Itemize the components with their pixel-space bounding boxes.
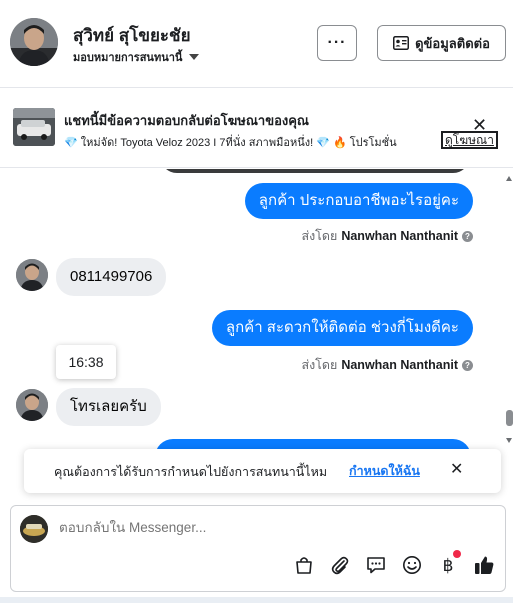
outgoing-message[interactable]: ลูกค้า สะดวกให้ติดต่อ ช่วงกี่โมงดีคะ: [211, 310, 473, 346]
reply-input[interactable]: [59, 520, 459, 535]
svg-text:฿: ฿: [443, 556, 454, 576]
contact-name: สุวิทย์ สุโขยะชัย: [73, 26, 191, 45]
assign-label: มอบหมายการสนทนานี้: [73, 52, 183, 64]
caret-down-icon: [189, 54, 200, 60]
car-showroom-image: [13, 108, 55, 146]
info-icon[interactable]: ?: [462, 230, 473, 242]
close-icon[interactable]: ✕: [472, 116, 487, 134]
sent-by-prefix: ส่งโดย: [301, 229, 338, 243]
contact-avatar-small: [16, 389, 48, 421]
view-contact-info-label: ดูข้อมูลติดต่อ: [415, 35, 490, 51]
sent-by-label: ส่งโดย Nanwhan Nanthanit ?: [301, 226, 473, 246]
paperclip-icon[interactable]: [329, 554, 351, 576]
notification-dot: [453, 550, 461, 558]
contact-photo: [16, 389, 48, 421]
view-ad-link[interactable]: ดูโฆษณา: [441, 131, 498, 149]
ad-thumbnail[interactable]: [13, 108, 55, 146]
saved-replies-icon[interactable]: [365, 554, 387, 576]
thumbs-up-icon[interactable]: [473, 554, 495, 576]
sent-by-prefix: ส่งโดย: [301, 358, 338, 372]
incoming-message[interactable]: 0811499706: [56, 258, 167, 296]
emoji-icon[interactable]: [401, 554, 423, 576]
contact-photo: [10, 18, 58, 66]
incoming-message[interactable]: โทรเลยครับ: [56, 388, 161, 426]
info-icon[interactable]: ?: [462, 359, 473, 371]
ad-banner-title: แชทนี้มีข้อความตอบกลับต่อโฆษณาของคุณ: [64, 113, 309, 128]
message-bubble-partial: [160, 169, 470, 173]
assign-to-me-link[interactable]: กำหนดให้ฉัน: [349, 461, 420, 481]
outgoing-message[interactable]: ลูกค้า ประกอบอาชีพอะไรอยู่คะ: [244, 183, 473, 219]
scrollbar-thumb[interactable]: [506, 410, 513, 426]
page-logo: [20, 515, 48, 543]
more-options-button[interactable]: ···: [317, 25, 357, 61]
assign-prompt: คุณต้องการได้รับการกำหนดไปยังการสนทนานี้…: [24, 449, 501, 493]
contact-card-icon: [393, 36, 410, 50]
view-contact-info-button[interactable]: ดูข้อมูลติดต่อ: [377, 25, 506, 61]
page-avatar: [20, 515, 48, 543]
contact-avatar-small: [16, 259, 48, 291]
shopping-bag-icon[interactable]: [293, 554, 315, 576]
bottom-divider: [0, 597, 513, 603]
sent-by-name: Nanwhan Nanthanit: [341, 358, 458, 372]
close-icon[interactable]: ✕: [450, 461, 463, 479]
sent-by-name: Nanwhan Nanthanit: [341, 229, 458, 243]
scroll-down-arrow-icon[interactable]: [506, 438, 512, 443]
contact-photo: [16, 259, 48, 291]
ad-reply-banner: แชทนี้มีข้อความตอบกลับต่อโฆษณาของคุณ 💎 ใ…: [0, 88, 513, 168]
contact-avatar[interactable]: [10, 18, 58, 66]
reply-composer: ฿: [10, 505, 506, 592]
scroll-up-arrow-icon[interactable]: [506, 176, 512, 181]
timestamp-tooltip: 16:38: [56, 345, 116, 379]
sent-by-label: ส่งโดย Nanwhan Nanthanit ?: [301, 355, 473, 375]
conversation-header: สุวิทย์ สุโขยะชัย มอบหมายการสนทนานี้ ···…: [0, 0, 513, 88]
assign-prompt-text: คุณต้องการได้รับการกำหนดไปยังการสนทนานี้…: [54, 465, 328, 479]
assign-conversation-dropdown[interactable]: มอบหมายการสนทนานี้: [73, 48, 200, 66]
ad-text-snippet: 💎 ใหม่จัด! Toyota Veloz 2023 I 7ที่นั่ง …: [64, 137, 397, 149]
